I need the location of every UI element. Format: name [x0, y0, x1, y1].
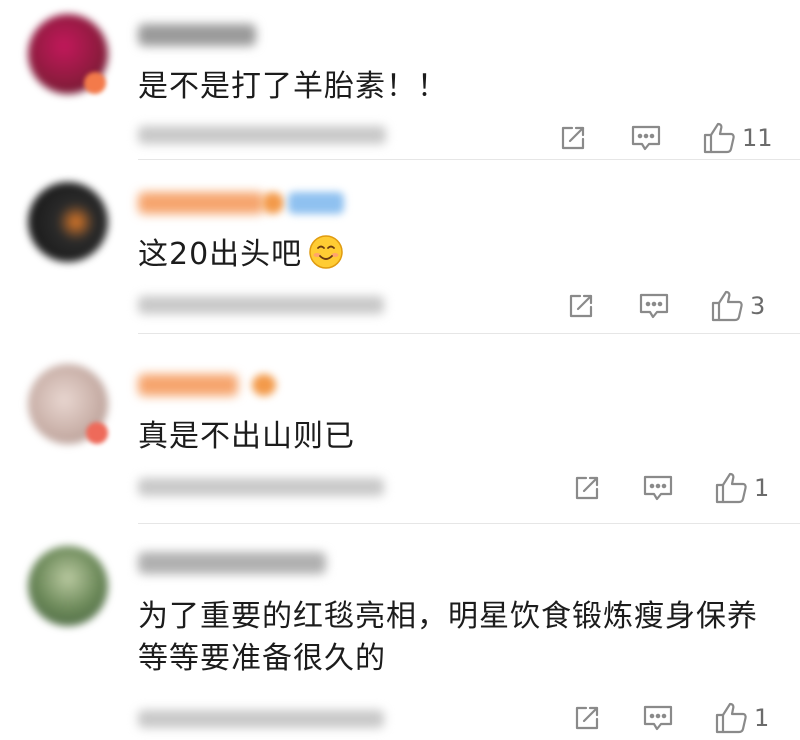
comment-text: 这20出头吧: [138, 234, 770, 276]
share-icon: [561, 126, 585, 150]
username[interactable]: [138, 374, 238, 396]
reply-icon: [631, 125, 661, 151]
like-button[interactable]: 11: [702, 118, 773, 158]
verified-badge-icon: [86, 422, 108, 444]
comment-item: 是不是打了羊胎素！！ 11: [0, 0, 800, 160]
reply-button[interactable]: [630, 118, 662, 158]
share-button[interactable]: [566, 286, 596, 326]
like-count: 1: [754, 704, 770, 732]
verified-badge-icon: [252, 374, 276, 396]
like-button[interactable]: 1: [714, 468, 769, 508]
reply-button[interactable]: [638, 286, 670, 326]
share-icon: [569, 294, 593, 318]
comment-item: 为了重要的红毯亮相，明星饮食锻炼瘦身保养等等要准备很久的 1: [0, 524, 800, 740]
username[interactable]: [138, 24, 256, 46]
thumbs-up-icon: [703, 122, 735, 154]
like-count: 3: [750, 292, 766, 320]
like-button[interactable]: 3: [710, 286, 765, 326]
reply-icon: [639, 293, 669, 319]
share-button[interactable]: [572, 468, 602, 508]
reply-button[interactable]: [642, 468, 674, 508]
verified-badge-icon: [84, 72, 106, 94]
share-button[interactable]: [572, 698, 602, 738]
thumbs-up-icon: [715, 472, 747, 504]
like-button[interactable]: 1: [714, 698, 769, 738]
reply-icon: [643, 475, 673, 501]
username[interactable]: [138, 552, 326, 574]
thumbs-up-icon: [715, 702, 747, 734]
member-badge-icon: [288, 192, 344, 214]
comment-text: 为了重要的红毯亮相，明星饮食锻炼瘦身保养等等要准备很久的: [138, 599, 758, 676]
like-count: 11: [742, 124, 773, 152]
verified-badge-icon: [262, 192, 284, 214]
avatar[interactable]: [28, 546, 108, 626]
username[interactable]: [138, 192, 264, 214]
reply-button[interactable]: [642, 698, 674, 738]
like-count: 1: [754, 474, 770, 502]
comment-item: 这20出头吧 3: [0, 160, 800, 334]
avatar[interactable]: [28, 182, 108, 262]
comment-text: 是不是打了羊胎素！！: [138, 69, 448, 104]
smiling-face-icon: [309, 235, 343, 269]
share-button[interactable]: [558, 118, 588, 158]
reply-icon: [643, 705, 673, 731]
share-icon: [575, 476, 599, 500]
thumbs-up-icon: [711, 290, 743, 322]
comment-item: 真是不出山则已 1: [0, 334, 800, 524]
comment-text: 真是不出山则已: [138, 419, 355, 454]
comment-text-content: 这20出头吧: [138, 237, 303, 272]
share-icon: [575, 706, 599, 730]
